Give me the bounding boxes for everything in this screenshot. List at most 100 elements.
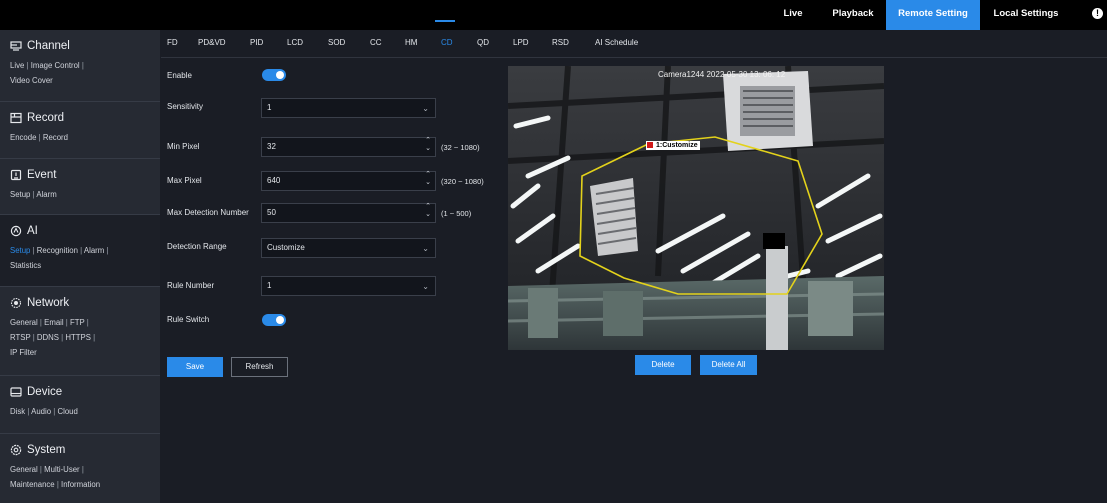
max-detection-label: Max Detection Number xyxy=(167,208,249,217)
subtab-fd[interactable]: FD xyxy=(167,38,178,47)
link-information[interactable]: Information xyxy=(61,480,100,489)
link-maintenance[interactable]: Maintenance xyxy=(10,480,55,489)
link-image-control[interactable]: Image Control xyxy=(31,61,80,70)
max-pixel-label: Max Pixel xyxy=(167,176,202,185)
rule-number-label: Rule Number xyxy=(167,281,215,290)
sidebar-title-record[interactable]: Record xyxy=(0,108,160,128)
max-detection-input[interactable]: 50 ⌃ ⌄ xyxy=(261,203,436,223)
delete-all-button[interactable]: Delete All xyxy=(700,355,757,375)
subtab-cd[interactable]: CD xyxy=(441,38,453,47)
max-pixel-input[interactable]: 640 ⌃ ⌄ xyxy=(261,171,436,191)
sidebar-links-network: General | Email | FTP | RTSP | DDNS | HT… xyxy=(10,318,96,357)
sidebar-title-event[interactable]: Event xyxy=(0,165,160,185)
top-bar: Live Playback Remote Setting Local Setti… xyxy=(0,0,1107,30)
link-encode[interactable]: Encode xyxy=(10,133,36,142)
channel-icon xyxy=(10,41,22,51)
link-setup[interactable]: Setup xyxy=(10,190,30,199)
link-cloud[interactable]: Cloud xyxy=(57,407,77,416)
sidebar-title-label: Event xyxy=(27,169,57,181)
link-recognition[interactable]: Recognition xyxy=(37,246,78,255)
link-audio[interactable]: Audio xyxy=(31,407,51,416)
link-https[interactable]: HTTPS xyxy=(65,333,91,342)
sidebar-title-label: System xyxy=(27,444,66,456)
enable-toggle[interactable] xyxy=(262,69,286,81)
link-ftp[interactable]: FTP xyxy=(70,318,85,327)
network-icon xyxy=(10,297,22,309)
ai-subtabs: FD PD&VD PID LCD SOD CC HM CD QD LPD RSD… xyxy=(161,33,1107,58)
subtab-rsd[interactable]: RSD xyxy=(552,38,569,47)
tab-local-settings[interactable]: Local Settings xyxy=(980,0,1072,30)
chevron-down-icon: ⌄ xyxy=(422,104,429,113)
sidebar-links-record: Encode | Record xyxy=(10,133,68,142)
sensitivity-label: Sensitivity xyxy=(167,102,204,111)
sidebar-title-network[interactable]: Network xyxy=(0,293,160,313)
link-video-cover[interactable]: Video Cover xyxy=(10,76,53,85)
subtab-hm[interactable]: HM xyxy=(405,38,417,47)
sidebar-title-device[interactable]: Device xyxy=(0,382,160,402)
sidebar-title-label: Network xyxy=(27,297,70,309)
link-ddns[interactable]: DDNS xyxy=(37,333,59,342)
sidebar-title-ai[interactable]: AI xyxy=(0,221,160,241)
rule-switch-label: Rule Switch xyxy=(167,315,210,324)
save-button[interactable]: Save xyxy=(167,357,223,377)
link-alarm[interactable]: Alarm xyxy=(36,190,56,199)
sidebar-title-system[interactable]: System xyxy=(0,440,160,460)
sensitivity-select[interactable]: 1 ⌄ xyxy=(261,98,436,118)
link-email[interactable]: Email xyxy=(44,318,64,327)
sidebar-section-event: Event Setup | Alarm xyxy=(0,159,160,215)
link-disk[interactable]: Disk xyxy=(10,407,25,416)
device-icon xyxy=(10,387,22,397)
region-label: 1:Customize xyxy=(646,141,700,150)
link-statistics[interactable]: Statistics xyxy=(10,261,41,270)
sidebar-links-event: Setup | Alarm xyxy=(10,190,57,199)
delete-button[interactable]: Delete xyxy=(635,355,691,375)
subtab-pid[interactable]: PID xyxy=(250,38,263,47)
link-rtsp[interactable]: RTSP xyxy=(10,333,31,342)
spinner-icon[interactable]: ⌃ ⌄ xyxy=(425,137,431,153)
min-pixel-input[interactable]: 32 ⌃ ⌄ xyxy=(261,137,436,157)
link-general[interactable]: General xyxy=(10,318,38,327)
sidebar: Channel Live | Image Control | Video Cov… xyxy=(0,30,161,503)
detection-range-select[interactable]: Customize ⌄ xyxy=(261,238,436,258)
sidebar-title-label: Channel xyxy=(27,40,70,52)
subtab-lpd[interactable]: LPD xyxy=(513,38,529,47)
max-detection-range: (1 ~ 500) xyxy=(441,209,472,218)
link-sys-general[interactable]: General xyxy=(10,465,38,474)
subtab-pdvd[interactable]: PD&VD xyxy=(198,38,226,47)
subtab-sod[interactable]: SOD xyxy=(328,38,345,47)
link-live[interactable]: Live xyxy=(10,61,24,70)
subtab-ai-schedule[interactable]: AI Schedule xyxy=(595,38,638,47)
sidebar-title-channel[interactable]: Channel xyxy=(0,36,160,56)
sidebar-title-label: Record xyxy=(27,112,65,124)
detection-range-label: Detection Range xyxy=(167,242,227,251)
spinner-icon[interactable]: ⌃ ⌄ xyxy=(425,171,431,187)
spinner-icon[interactable]: ⌃ ⌄ xyxy=(425,203,431,219)
rule-number-select[interactable]: 1 ⌄ xyxy=(261,276,436,296)
tab-playback[interactable]: Playback xyxy=(820,0,886,30)
subtab-lcd[interactable]: LCD xyxy=(287,38,303,47)
link-multi-user[interactable]: Multi-User xyxy=(44,465,80,474)
sidebar-links-system: General | Multi-User | Maintenance | Inf… xyxy=(10,465,101,489)
record-icon xyxy=(10,112,22,124)
rule-number-value: 1 xyxy=(267,281,272,290)
link-ip-filter[interactable]: IP Filter xyxy=(10,348,37,357)
chevron-down-icon: ⌄ xyxy=(422,282,429,291)
refresh-button[interactable]: Refresh xyxy=(231,357,288,377)
min-pixel-value: 32 xyxy=(267,142,276,151)
subtab-cc[interactable]: CC xyxy=(370,38,382,47)
camera-preview[interactable]: Camera1244 2022-05-30 13: 06: 12 1:Custo… xyxy=(508,66,884,350)
link-ai-alarm[interactable]: Alarm xyxy=(84,246,104,255)
camera-scene xyxy=(508,66,884,350)
info-icon[interactable]: ! xyxy=(1092,8,1103,19)
subtab-qd[interactable]: QD xyxy=(477,38,489,47)
tab-live[interactable]: Live xyxy=(766,0,820,30)
link-record[interactable]: Record xyxy=(43,133,68,142)
link-ai-setup[interactable]: Setup xyxy=(10,246,30,255)
max-pixel-range: (320 ~ 1080) xyxy=(441,177,484,186)
tab-remote-setting[interactable]: Remote Setting xyxy=(886,0,980,30)
top-nav: Live Playback Remote Setting Local Setti… xyxy=(766,0,1072,30)
min-pixel-label: Min Pixel xyxy=(167,142,200,151)
chevron-down-icon: ⌄ xyxy=(422,244,429,253)
rule-switch-toggle[interactable] xyxy=(262,314,286,326)
sidebar-section-ai: AI Setup | Recognition | Alarm | Statist… xyxy=(0,215,160,287)
